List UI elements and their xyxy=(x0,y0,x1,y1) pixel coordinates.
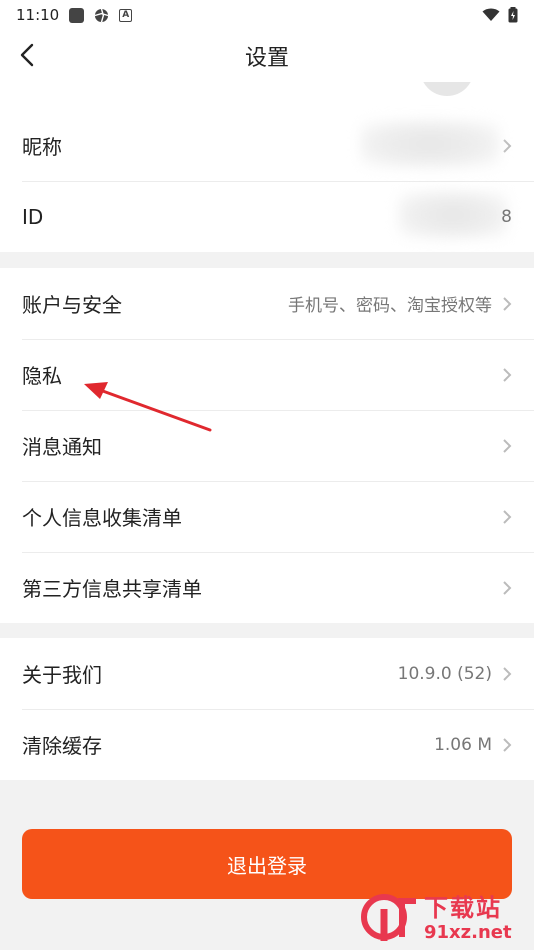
notifications-row[interactable]: 消息通知 xyxy=(0,410,534,481)
chevron-right-icon xyxy=(503,438,512,453)
watermark-site: 91xz.net xyxy=(424,922,512,943)
account-security-label: 账户与安全 xyxy=(22,293,122,317)
watermark-logo-icon xyxy=(361,894,416,941)
chevron-right-icon xyxy=(503,737,512,752)
version-value: 10.9.0 (52) xyxy=(397,663,492,684)
logout-button[interactable]: 退出登录 xyxy=(22,829,512,899)
nickname-label: 昵称 xyxy=(22,135,62,159)
status-right xyxy=(482,7,518,23)
notifications-label: 消息通知 xyxy=(22,435,102,459)
a-app-icon: A xyxy=(119,8,133,22)
notification-app-icon xyxy=(69,7,85,23)
third-party-share-label: 第三方信息共享清单 xyxy=(22,577,202,601)
personal-info-list-label: 个人信息收集清单 xyxy=(22,506,182,530)
about-us-row[interactable]: 关于我们 10.9.0 (52) xyxy=(0,638,534,709)
chevron-right-icon xyxy=(503,580,512,595)
watermark: 下载站 91xz.net xyxy=(360,890,530,948)
nav-bar: 设置 xyxy=(0,30,534,82)
avatar-strip xyxy=(0,82,534,110)
chevron-right-icon xyxy=(503,138,512,153)
chevron-right-icon xyxy=(503,666,512,681)
watermark-title: 下载站 xyxy=(424,894,502,922)
page-title: 设置 xyxy=(244,46,289,71)
wifi-icon xyxy=(482,8,500,21)
account-section: 账户与安全 手机号、密码、淘宝授权等 隐私 消息通知 个人信息收集清单 第三方信… xyxy=(0,268,534,623)
clear-cache-label: 清除缓存 xyxy=(22,734,102,758)
about-section: 关于我们 10.9.0 (52) 清除缓存 1.06 M xyxy=(0,638,534,780)
personal-info-list-row[interactable]: 个人信息收集清单 xyxy=(0,481,534,552)
clear-cache-row[interactable]: 清除缓存 1.06 M xyxy=(0,709,534,780)
about-us-label: 关于我们 xyxy=(22,663,102,687)
back-button[interactable] xyxy=(10,38,44,72)
id-row[interactable]: ID 8 xyxy=(0,181,534,252)
nickname-row[interactable]: 昵称 xyxy=(0,110,534,181)
privacy-row[interactable]: 隐私 xyxy=(0,339,534,410)
battery-icon xyxy=(508,7,518,23)
nickname-blurred-value xyxy=(360,120,500,168)
chevron-right-icon xyxy=(503,296,512,311)
status-bar: 11:10 A xyxy=(0,0,534,30)
watermark-text: 下载站 91xz.net xyxy=(424,894,512,944)
profile-section: 昵称 ID 8 xyxy=(0,110,534,252)
aperture-icon xyxy=(94,8,109,22)
back-arrow-icon xyxy=(20,43,34,67)
cache-size-value: 1.06 M xyxy=(434,734,492,755)
avatar[interactable] xyxy=(420,82,474,96)
status-time: 11:10 xyxy=(16,6,60,24)
id-label: ID xyxy=(22,204,44,229)
chevron-right-icon xyxy=(503,367,512,382)
id-blurred-value xyxy=(398,191,508,239)
account-security-row[interactable]: 账户与安全 手机号、密码、淘宝授权等 xyxy=(0,268,534,339)
status-left: 11:10 A xyxy=(16,6,133,24)
account-security-value: 手机号、密码、淘宝授权等 xyxy=(288,296,492,316)
third-party-share-row[interactable]: 第三方信息共享清单 xyxy=(0,552,534,623)
id-value: 8 xyxy=(501,206,512,227)
privacy-label: 隐私 xyxy=(22,364,62,388)
chevron-right-icon xyxy=(503,509,512,524)
